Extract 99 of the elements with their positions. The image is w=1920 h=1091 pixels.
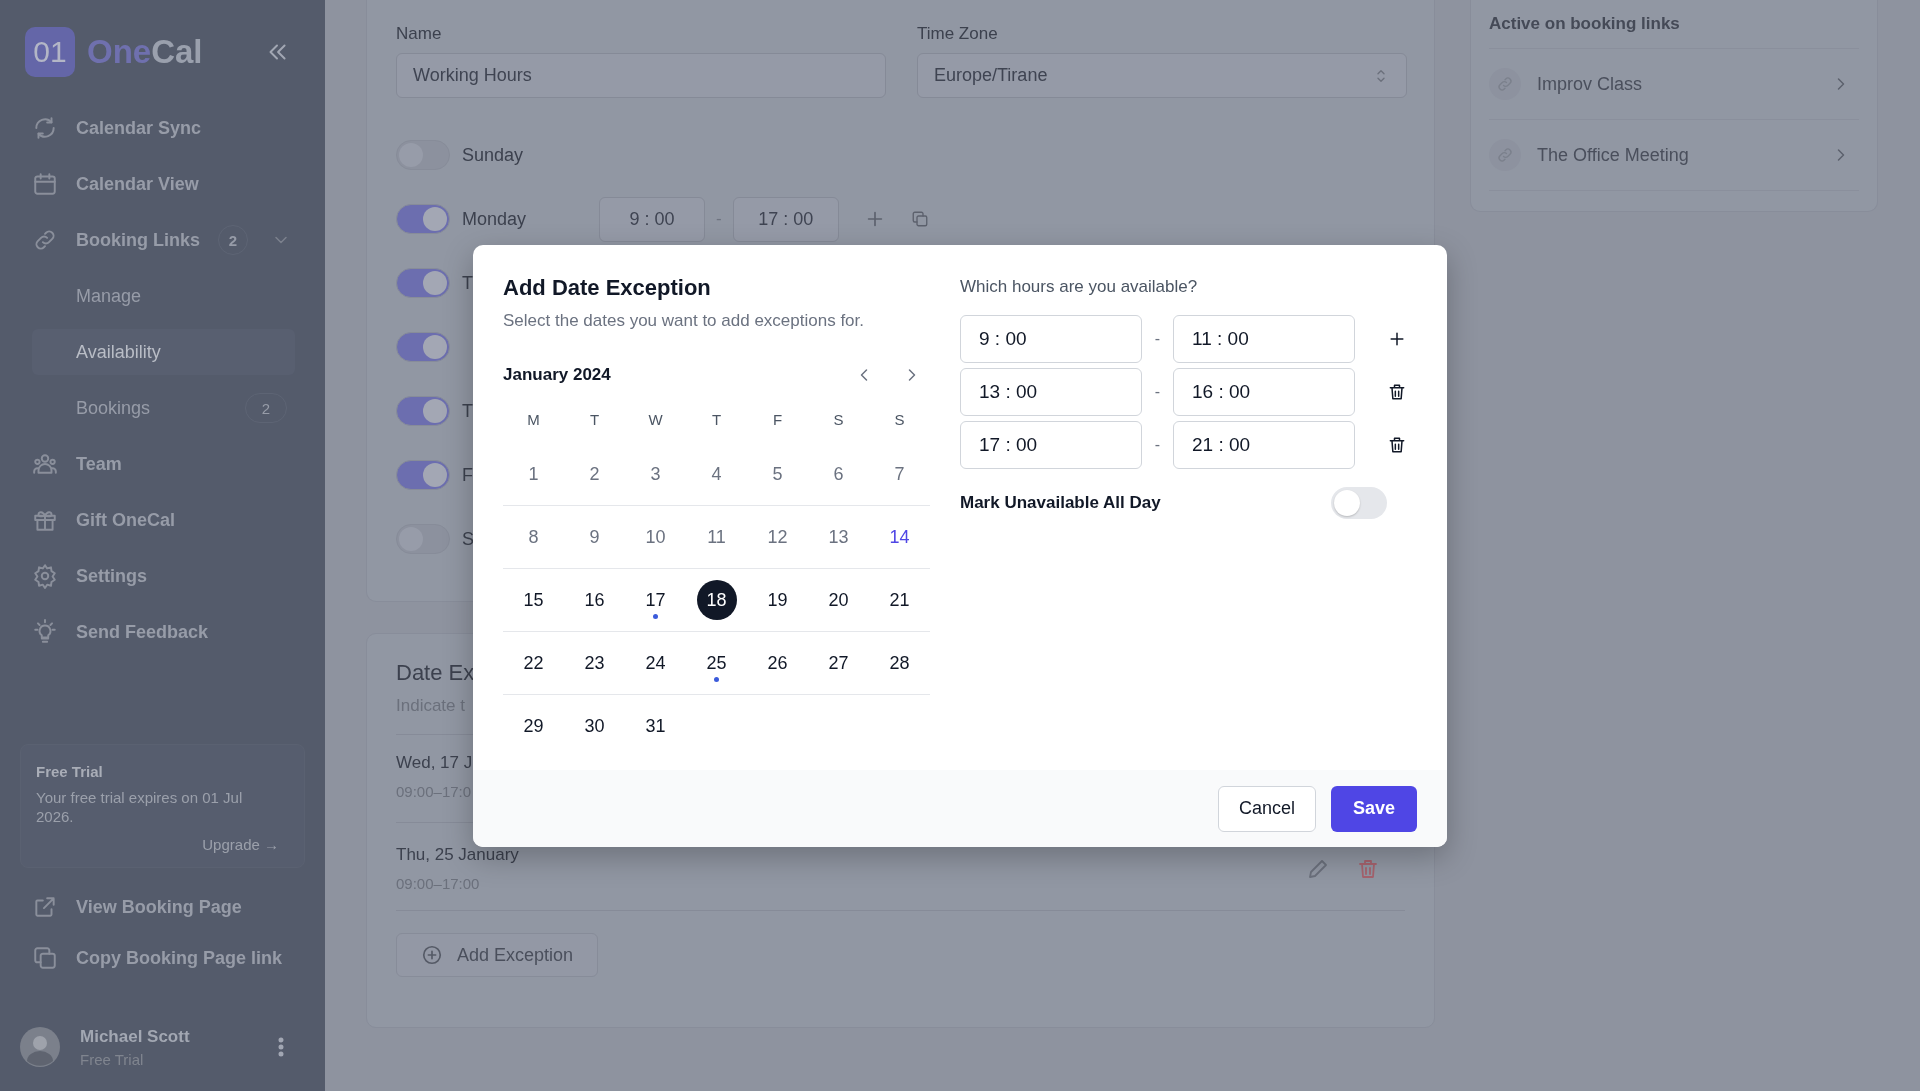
trial-text: Your free trial expires on 01 Jul 2026.	[36, 788, 244, 826]
toggle-switch[interactable]	[1331, 487, 1387, 519]
timezone-select[interactable]: Europe/Tirane	[917, 53, 1407, 98]
toggle-switch[interactable]	[396, 268, 450, 298]
toggle-switch[interactable]	[396, 396, 450, 426]
weekday-label: T	[589, 410, 600, 428]
upgrade-link[interactable]: Upgrade →	[36, 836, 289, 853]
dialog-title: Add Date Exception	[503, 275, 712, 301]
delete-icon[interactable]	[1387, 435, 1407, 455]
day-cell[interactable]: 25	[696, 643, 737, 683]
range-dash: -	[1153, 436, 1162, 454]
month-label: January 2024	[503, 365, 611, 385]
plus-circle-icon	[421, 944, 443, 966]
user-name: Michael Scott	[80, 1026, 190, 1047]
range-dash: -	[716, 209, 722, 229]
settings-icon	[32, 563, 58, 589]
nav-item[interactable]: Availability	[32, 329, 295, 375]
day-cell[interactable]: 11	[696, 517, 737, 557]
weekday-label: S	[894, 410, 905, 428]
day-cell[interactable]: 27	[818, 643, 859, 683]
day-cell[interactable]: 15	[513, 580, 554, 620]
day-cell[interactable]: 24	[635, 643, 676, 683]
refresh-icon	[32, 115, 58, 141]
time-field[interactable]: 9 : 00	[960, 315, 1142, 363]
day-cell[interactable]: 30	[574, 706, 615, 746]
day-label: S	[462, 528, 474, 550]
logo-text: OneCal	[87, 33, 203, 71]
field-label: Time Zone	[917, 24, 999, 45]
day-cell[interactable]: 13	[818, 517, 859, 557]
toggle-switch[interactable]	[396, 332, 450, 362]
day-cell[interactable]: 20	[818, 580, 859, 620]
day-cell[interactable]: 1	[513, 454, 554, 494]
weekday-label: W	[648, 410, 663, 428]
day-cell[interactable]: 29	[513, 706, 554, 746]
time-field[interactable]: 17 : 00	[732, 196, 839, 242]
external-link-icon	[32, 894, 58, 920]
copy-icon[interactable]	[910, 210, 929, 228]
panel-title: Active on booking links	[1489, 14, 1681, 34]
logo-icon: 01	[25, 27, 75, 77]
range-dash: -	[1153, 383, 1162, 401]
toggle-switch[interactable]	[396, 460, 450, 490]
day-label: T	[462, 272, 473, 294]
weekday-label: F	[772, 410, 783, 428]
field-label: Name	[396, 24, 443, 45]
add-exception-button[interactable]: Add Exception	[396, 933, 599, 977]
time-field[interactable]: 13 : 00	[960, 368, 1142, 416]
weekday-label: S	[833, 410, 844, 428]
time-field[interactable]: 9 : 00	[599, 196, 705, 242]
weekday-label: M	[527, 410, 540, 428]
day-cell[interactable]: 6	[818, 454, 859, 494]
calendar-icon	[32, 171, 58, 197]
day-cell[interactable]: 2	[574, 454, 615, 494]
day-label: F	[462, 464, 473, 486]
avatar	[20, 1027, 60, 1067]
people-icon	[32, 451, 58, 477]
day-cell[interactable]: 5	[757, 454, 798, 494]
day-cell[interactable]: 21	[879, 580, 920, 620]
toggle-switch[interactable]	[396, 204, 450, 234]
section-label: Which hours are you available?	[960, 277, 1199, 298]
booking-link-item[interactable]: Improv Class	[1489, 48, 1859, 119]
time-field[interactable]: 11 : 00	[1173, 315, 1355, 363]
day-cell[interactable]: 22	[513, 643, 554, 683]
day-cell[interactable]: 10	[635, 517, 676, 557]
time-field[interactable]: 16 : 00	[1173, 368, 1355, 416]
day-cell[interactable]: 3	[635, 454, 676, 494]
weekday-label: T	[711, 410, 722, 428]
exception-date: Wed, 17 J	[396, 753, 473, 773]
trial-title: Free Trial	[36, 763, 104, 780]
day-cell[interactable]: 8	[513, 517, 554, 557]
exception-date: Thu, 25 January	[396, 845, 519, 865]
day-cell[interactable]: 7	[879, 454, 920, 494]
copy-icon	[32, 945, 58, 971]
day-cell[interactable]: 26	[757, 643, 798, 683]
day-label: Monday	[462, 208, 527, 230]
day-cell[interactable]: 19	[757, 580, 798, 620]
delete-icon[interactable]	[1387, 382, 1407, 402]
booking-link-item[interactable]: The Office Meeting	[1489, 119, 1859, 191]
lightbulb-icon	[32, 619, 58, 645]
name-field[interactable]: Working Hours	[396, 53, 886, 98]
cancel-button[interactable]: Cancel	[1217, 785, 1316, 832]
day-label: T	[462, 400, 473, 422]
time-field[interactable]: 17 : 00	[960, 421, 1142, 469]
day-cell[interactable]: 12	[757, 517, 798, 557]
day-cell[interactable]: 4	[696, 454, 737, 494]
day-cell[interactable]: 14	[879, 517, 920, 557]
save-button[interactable]: Save	[1330, 785, 1417, 832]
day-cell[interactable]: 17	[635, 580, 676, 620]
day-cell[interactable]: 16	[574, 580, 615, 620]
day-label: Sunday	[462, 144, 524, 166]
day-cell[interactable]: 23	[574, 643, 615, 683]
range-dash: -	[1153, 330, 1162, 348]
option-label: Mark Unavailable All Day	[960, 493, 1161, 513]
day-cell[interactable]: 18	[696, 580, 737, 620]
day-cell[interactable]: 28	[879, 643, 920, 683]
section-title: Date Ex	[396, 660, 475, 686]
day-cell[interactable]: 9	[574, 517, 615, 557]
day-cell[interactable]: 31	[635, 706, 676, 746]
dialog-subtitle: Select the dates you want to add exceptions for.	[503, 311, 865, 331]
time-field[interactable]: 21 : 00	[1173, 421, 1355, 469]
